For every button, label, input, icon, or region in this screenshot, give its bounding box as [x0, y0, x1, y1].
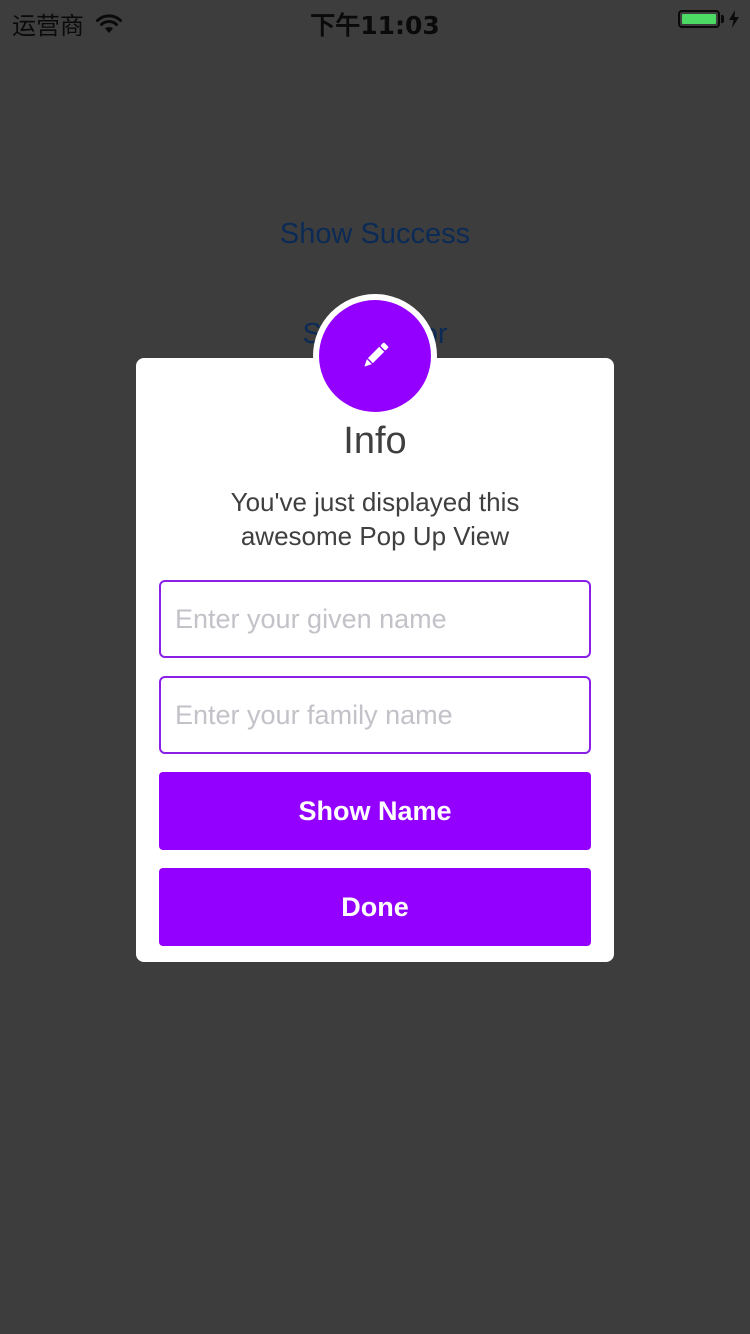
popup-message-line-2: awesome Pop Up View — [240, 521, 510, 551]
popup-badge — [313, 294, 437, 418]
popup-message-line-1: You've just displayed this — [230, 487, 520, 517]
battery-nub — [721, 15, 724, 23]
battery-body — [678, 10, 720, 28]
battery-fill — [682, 14, 716, 24]
family-name-input[interactable] — [159, 676, 591, 754]
given-name-input[interactable] — [159, 580, 591, 658]
show-success-link[interactable]: Show Success — [0, 218, 750, 251]
status-bar: 运营商 下午11:03 — [0, 0, 750, 40]
charging-bolt-icon — [729, 10, 739, 28]
status-time: 下午11:03 — [310, 11, 440, 40]
pencil-icon — [364, 342, 389, 367]
badge-circle — [319, 300, 431, 412]
done-button[interactable]: Done — [159, 868, 591, 946]
popup-title: Info — [343, 420, 407, 462]
popup-message: You've just displayed this awesome Pop U… — [136, 485, 614, 553]
show-name-button[interactable]: Show Name — [159, 772, 591, 850]
battery-icon — [678, 10, 740, 28]
